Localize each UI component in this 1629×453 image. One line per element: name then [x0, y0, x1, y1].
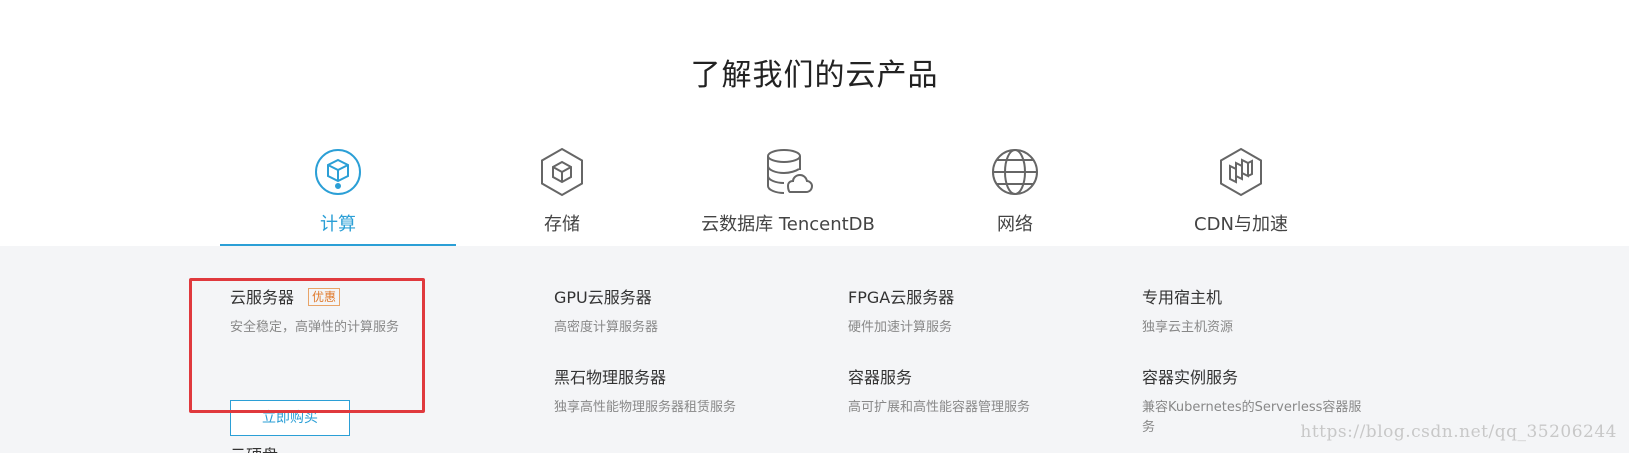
tab-network[interactable]: 网络 — [897, 140, 1133, 246]
tab-storage[interactable]: 存储 — [444, 140, 680, 246]
cube-hexagon-icon — [536, 146, 588, 198]
product-desc: 独享云主机资源 — [1142, 320, 1234, 335]
tab-database[interactable]: 云数据库 TencentDB — [670, 140, 906, 246]
database-cloud-icon — [762, 146, 814, 198]
tab-label: CDN与加速 — [1194, 214, 1288, 235]
tab-label: 计算 — [320, 214, 356, 235]
tab-label: 存储 — [544, 214, 580, 235]
product-desc: 高可扩展和高性能容器管理服务 — [848, 400, 1031, 415]
product-name[interactable]: FPGA云服务器 — [848, 284, 954, 308]
product-name[interactable]: 容器服务 — [848, 364, 1030, 388]
product-category-tabs: 计算 存储 云数据库 TencentDB 网络 CDN与加速 — [0, 140, 1629, 246]
product-card-dedicated-host[interactable]: 专用宿主机 独享云主机资源 — [1142, 284, 1233, 338]
product-name[interactable]: 黑石物理服务器 — [554, 364, 736, 388]
tab-compute[interactable]: 计算 — [220, 140, 456, 246]
globe-icon — [989, 146, 1041, 198]
tab-label: 云数据库 TencentDB — [701, 214, 875, 235]
tab-label: 网络 — [997, 214, 1033, 235]
page-title: 了解我们的云产品 — [690, 58, 939, 93]
product-name[interactable]: 专用宿主机 — [1142, 284, 1233, 308]
product-name[interactable]: 容器实例服务 — [1142, 364, 1374, 388]
product-card-fpga[interactable]: FPGA云服务器 硬件加速计算服务 — [848, 284, 954, 338]
product-card-gpu[interactable]: GPU云服务器 高密度计算服务器 — [554, 284, 658, 338]
product-name[interactable]: GPU云服务器 — [554, 284, 658, 308]
product-name-cloud-disk[interactable]: 云硬盘 — [230, 442, 278, 453]
product-desc: 高密度计算服务器 — [554, 320, 659, 335]
cdn-hexagon-icon — [1215, 146, 1267, 198]
watermark: https://blog.csdn.net/qq_35206244 — [1300, 422, 1617, 442]
product-desc: 硬件加速计算服务 — [848, 320, 953, 335]
cube-circle-icon — [312, 146, 364, 198]
product-card-bare-metal[interactable]: 黑石物理服务器 独享高性能物理服务器租赁服务 — [554, 364, 736, 418]
product-card-container[interactable]: 容器服务 高可扩展和高性能容器管理服务 — [848, 364, 1030, 418]
tab-cdn[interactable]: CDN与加速 — [1123, 140, 1359, 246]
product-desc: 独享高性能物理服务器租赁服务 — [554, 400, 737, 415]
highlight-box — [189, 278, 425, 413]
